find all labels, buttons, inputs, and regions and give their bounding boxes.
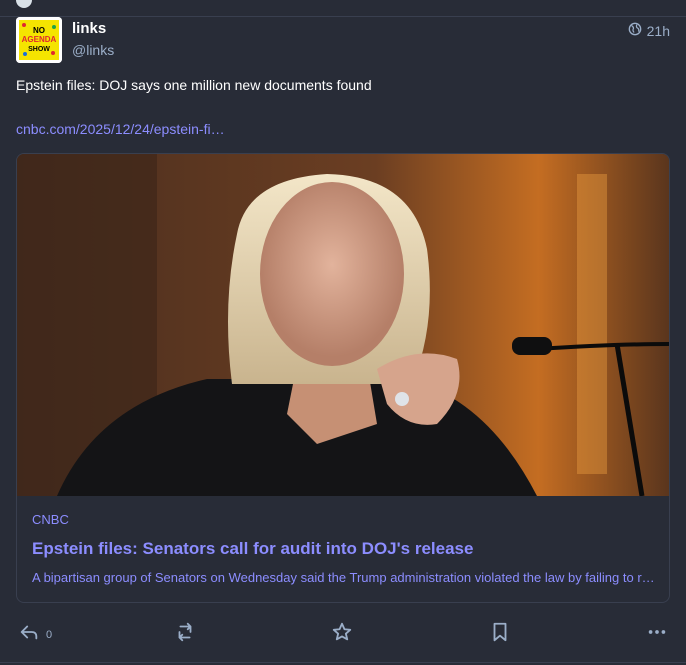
- more-button[interactable]: [646, 621, 668, 648]
- display-name[interactable]: links: [72, 20, 106, 37]
- reply-icon: [18, 621, 40, 648]
- card-description: A bipartisan group of Senators on Wednes…: [32, 570, 656, 585]
- avatar-logo-text-2: AGENDA: [22, 35, 57, 44]
- bookmark-button[interactable]: [489, 621, 511, 648]
- post-divider: [0, 662, 686, 663]
- post-timestamp[interactable]: 21h: [647, 23, 670, 39]
- card-provider: CNBC: [32, 512, 69, 527]
- globe-icon: [628, 22, 642, 39]
- previous-post-edge: [0, 0, 686, 17]
- reply-button[interactable]: 0: [18, 621, 52, 648]
- post-content: Epstein files: DOJ says one million new …: [16, 77, 372, 93]
- avatar[interactable]: NO AGENDA SHOW: [16, 17, 62, 63]
- card-title[interactable]: Epstein files: Senators call for audit i…: [32, 539, 473, 559]
- more-icon: [646, 621, 668, 648]
- favourite-icon: [331, 621, 353, 648]
- card-image: [17, 154, 669, 496]
- avatar-logo-text-3: SHOW: [28, 46, 50, 53]
- reply-count: 0: [46, 628, 53, 641]
- post-meta[interactable]: 21h: [628, 22, 670, 39]
- boost-button[interactable]: [174, 621, 196, 648]
- boost-icon: [174, 621, 196, 648]
- account-handle[interactable]: @links: [72, 42, 114, 58]
- avatar-logo-text-1: NO: [33, 26, 45, 35]
- favourite-button[interactable]: [331, 621, 353, 648]
- bookmark-icon: [489, 621, 511, 648]
- link-preview-card[interactable]: CNBC Epstein files: Senators call for au…: [16, 153, 670, 603]
- post-link[interactable]: cnbc.com/2025/12/24/epstein-fi…: [16, 121, 225, 137]
- action-bar: 0: [0, 617, 686, 647]
- partial-avatar-icon: [16, 0, 32, 8]
- status-post[interactable]: NO AGENDA SHOW links @links 21h Epstein …: [0, 17, 686, 663]
